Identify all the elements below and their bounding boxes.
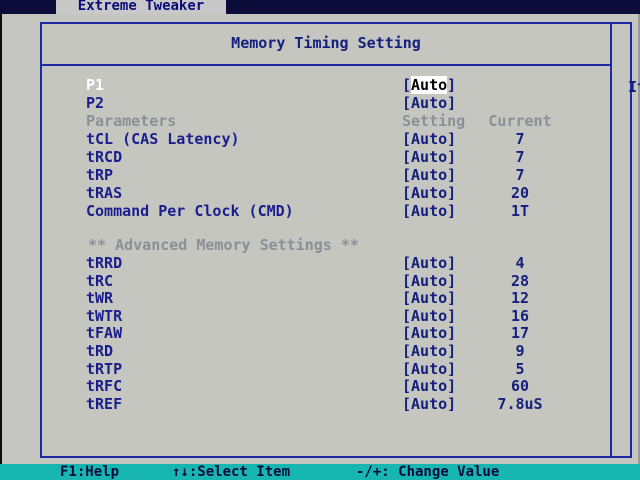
setting-name: tRC bbox=[86, 271, 114, 290]
current-value: 20 bbox=[510, 184, 530, 202]
setting-name: tCL (CAS Latency) bbox=[86, 130, 240, 148]
setting-value-field[interactable]: [Auto] bbox=[402, 202, 456, 220]
current-value: 16 bbox=[510, 306, 530, 325]
setting-name: tREF bbox=[86, 394, 123, 413]
current-value: 7 bbox=[515, 130, 525, 148]
change-value-hint: -/+: Change Value bbox=[356, 464, 500, 480]
setting-row-trc[interactable]: tRC [Auto] 28 bbox=[2, 272, 562, 290]
current-value: 60 bbox=[510, 377, 530, 396]
top-menu-bar: Extreme Tweaker bbox=[0, 0, 640, 14]
setting-value: Auto bbox=[411, 306, 448, 325]
setting-value: Auto bbox=[411, 130, 448, 148]
setting-value: Auto bbox=[411, 342, 448, 360]
setting-row-tfaw[interactable]: tFAW [Auto] 17 bbox=[2, 324, 562, 342]
current-value: 28 bbox=[510, 271, 530, 290]
setting-value: Auto bbox=[411, 254, 448, 272]
column-header-current: Current bbox=[488, 112, 552, 130]
advanced-settings-header-row: ** Advanced Memory Settings ** bbox=[2, 236, 562, 254]
setting-name: P1 bbox=[86, 76, 105, 94]
setting-row-tcl[interactable]: tCL (CAS Latency) [Auto] 7 bbox=[2, 130, 562, 148]
setting-name: tWTR bbox=[86, 306, 123, 325]
current-value: 9 bbox=[515, 342, 525, 360]
setting-row-trfc[interactable]: tRFC [Auto] 60 bbox=[2, 377, 562, 395]
setting-row-twr[interactable]: tWR [Auto] 12 bbox=[2, 289, 562, 307]
setting-value-field[interactable]: [Auto] bbox=[402, 272, 456, 290]
memory-timing-panel: Memory Timing Setting It P1 [Auto] P2 [Auto… bbox=[40, 22, 640, 458]
column-header-setting: Setting bbox=[402, 112, 466, 130]
setting-value: Auto bbox=[411, 94, 448, 112]
select-item-hint: ↑↓:Select Item bbox=[172, 464, 291, 480]
help-column-divider bbox=[610, 24, 612, 456]
item-help-text: It bbox=[628, 78, 640, 96]
setting-value-field[interactable]: [Auto] bbox=[402, 148, 456, 166]
setting-row-tref[interactable]: tREF [Auto] 7.8uS bbox=[2, 395, 562, 413]
column-header-parameters: Parameters bbox=[86, 112, 177, 130]
setting-row-trtp[interactable]: tRTP [Auto] 5 bbox=[2, 360, 562, 378]
setting-value: Auto bbox=[411, 377, 448, 396]
setting-name: tRTP bbox=[86, 359, 123, 378]
setting-name: tRCD bbox=[86, 148, 123, 166]
current-value: 7 bbox=[515, 166, 525, 184]
current-value: 7 bbox=[515, 148, 525, 166]
setting-value: Auto bbox=[411, 76, 448, 94]
current-value: 5 bbox=[515, 359, 525, 378]
setting-value: Auto bbox=[411, 166, 448, 184]
column-header-row: Parameters Setting Current bbox=[2, 112, 562, 130]
setting-value-field[interactable]: [Auto] bbox=[402, 184, 456, 202]
setting-row-trcd[interactable]: tRCD [Auto] 7 bbox=[2, 148, 562, 166]
setting-value: Auto bbox=[411, 289, 448, 308]
setting-name: tRFC bbox=[86, 377, 123, 396]
setting-value-field[interactable]: [Auto] bbox=[402, 289, 456, 307]
panel-title: Memory Timing Setting bbox=[231, 34, 421, 52]
setting-name: tRD bbox=[86, 342, 114, 360]
setting-row-trrd[interactable]: tRRD [Auto] 4 bbox=[2, 254, 562, 272]
setting-value-field[interactable]: [Auto] bbox=[402, 342, 456, 360]
current-value: 1T bbox=[510, 202, 530, 220]
setting-value-field[interactable]: [Auto] bbox=[402, 360, 456, 378]
setting-value-field[interactable]: [Auto] bbox=[402, 254, 456, 272]
setting-value: Auto bbox=[411, 359, 448, 378]
help-hint: F1:Help bbox=[60, 464, 120, 480]
setting-name: tRP bbox=[86, 166, 114, 184]
setting-value-field[interactable]: [Auto] bbox=[402, 324, 456, 342]
setting-value-field[interactable]: [Auto] bbox=[402, 377, 456, 395]
advanced-settings-header: ** Advanced Memory Settings ** bbox=[88, 236, 359, 254]
setting-name: tWR bbox=[86, 289, 114, 308]
current-value: 4 bbox=[515, 254, 525, 272]
setting-value: Auto bbox=[411, 148, 448, 166]
setting-value: Auto bbox=[411, 324, 448, 343]
bios-screen: Memory Timing Setting It P1 [Auto] P2 [Auto… bbox=[2, 14, 640, 464]
setting-name: tRAS bbox=[86, 184, 123, 202]
setting-name: tFAW bbox=[86, 324, 123, 343]
title-divider bbox=[42, 64, 610, 66]
setting-name: Command Per Clock (CMD) bbox=[86, 202, 294, 220]
setting-row-trd[interactable]: tRD [Auto] 9 bbox=[2, 342, 562, 360]
current-value: 12 bbox=[510, 289, 530, 308]
setting-value: Auto bbox=[411, 184, 448, 202]
setting-row-p2[interactable]: P2 [Auto] bbox=[2, 94, 562, 112]
setting-value-field[interactable]: [Auto] bbox=[402, 166, 456, 184]
setting-row-p1[interactable]: P1 [Auto] bbox=[2, 76, 562, 94]
setting-value-field[interactable]: [Auto] bbox=[402, 76, 456, 94]
setting-value: Auto bbox=[411, 271, 448, 290]
setting-row-twtr[interactable]: tWTR [Auto] 16 bbox=[2, 307, 562, 325]
setting-value-field[interactable]: [Auto] bbox=[402, 94, 456, 112]
setting-name: P2 bbox=[86, 94, 105, 112]
setting-value-field[interactable]: [Auto] bbox=[402, 307, 456, 325]
setting-name: tRRD bbox=[86, 254, 123, 272]
setting-row-trp[interactable]: tRP [Auto] 7 bbox=[2, 166, 562, 184]
status-bar: F1:Help ↑↓:Select Item -/+: Change Value bbox=[0, 464, 640, 480]
setting-value: Auto bbox=[411, 202, 448, 220]
current-value: 7.8uS bbox=[497, 394, 543, 413]
tab-extreme-tweaker[interactable]: Extreme Tweaker bbox=[56, 0, 226, 14]
setting-value-field[interactable]: [Auto] bbox=[402, 130, 456, 148]
setting-row-tras[interactable]: tRAS [Auto] 20 bbox=[2, 184, 562, 202]
setting-row-cmd[interactable]: Command Per Clock (CMD) [Auto] 1T bbox=[2, 202, 562, 220]
current-value: 17 bbox=[510, 324, 530, 343]
setting-value-field[interactable]: [Auto] bbox=[402, 395, 456, 413]
setting-value: Auto bbox=[411, 394, 448, 413]
